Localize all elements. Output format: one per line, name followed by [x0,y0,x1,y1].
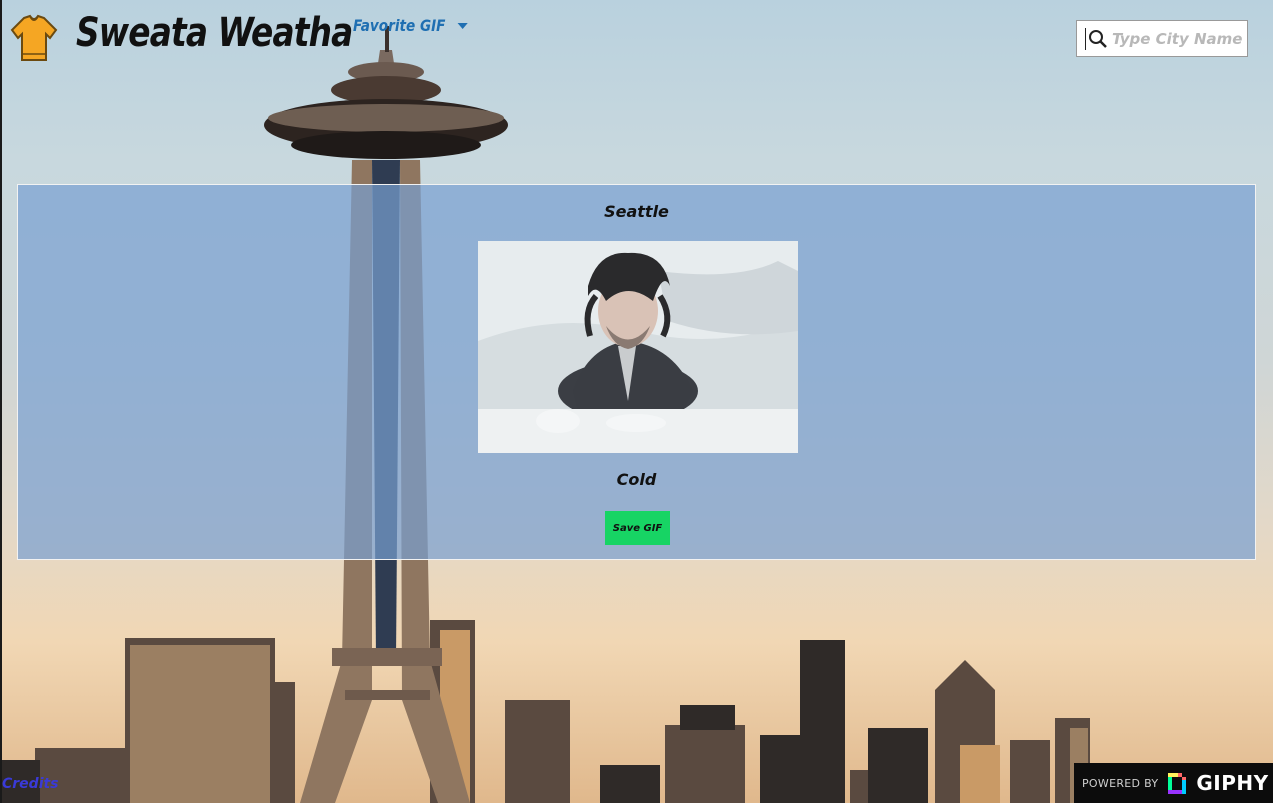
favorite-gif-label: Favorite GIF [353,16,446,35]
window-edge [0,0,2,803]
search-icon [1089,29,1107,48]
sweater-logo-icon[interactable] [10,14,58,64]
chevron-down-icon [457,22,468,29]
weather-description: Cold [616,470,657,489]
weather-gif [478,241,798,453]
credits-link[interactable]: Credits [2,776,59,792]
giphy-logo-icon [1168,773,1187,794]
city-search-input[interactable] [1110,22,1244,55]
save-gif-button[interactable]: Save GIF [605,511,670,545]
text-cursor [1085,27,1086,50]
weather-result-panel: Seattle Cold Save GIF [17,184,1256,560]
app-title: Sweata Weatha [76,10,353,56]
giphy-brand: GIPHY [1196,771,1269,795]
city-search[interactable] [1076,20,1248,57]
giphy-powered-by: POWERED BY [1082,776,1159,790]
city-name: Seattle [604,202,669,221]
giphy-attribution[interactable]: POWERED BY GIPHY [1074,763,1273,803]
favorite-gif-dropdown[interactable]: Favorite GIF [353,16,468,35]
